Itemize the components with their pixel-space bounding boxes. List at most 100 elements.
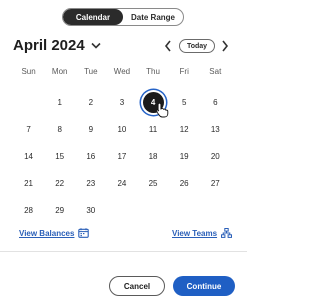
- day-number: 25: [148, 179, 158, 188]
- day-number: 6: [213, 98, 218, 107]
- view-balances-label: View Balances: [19, 228, 75, 238]
- day-number: 23: [86, 179, 96, 188]
- calendar-day[interactable]: 18: [138, 143, 169, 170]
- calendar-day[interactable]: 12: [169, 116, 200, 143]
- previous-month-button[interactable]: [163, 39, 173, 53]
- day-number: 11: [148, 125, 158, 134]
- next-month-button[interactable]: [220, 39, 230, 53]
- calendar-tab[interactable]: Calendar: [63, 9, 123, 25]
- calendar-day[interactable]: 2: [75, 89, 106, 116]
- weekday-label: Mon: [51, 67, 68, 76]
- weekday-label: Tue: [84, 67, 98, 76]
- calendar-day[interactable]: 29: [44, 197, 75, 224]
- chevron-down-icon: [91, 41, 101, 51]
- calendar-day[interactable]: 28: [13, 197, 44, 224]
- calendar-grid: Sun Mon Tue Wed Thu Fri Sat 1 2 3 4 5 6 7 8 9 10 1…: [13, 65, 231, 224]
- calendar-day[interactable]: 19: [169, 143, 200, 170]
- day-number: 24: [117, 179, 127, 188]
- chevron-left-icon: [164, 40, 171, 52]
- day-number: 17: [117, 152, 127, 161]
- calendar-day[interactable]: 24: [106, 170, 137, 197]
- cancel-button[interactable]: Cancel: [109, 276, 165, 296]
- footer-divider: [0, 251, 247, 252]
- org-chart-icon: [221, 228, 233, 238]
- calendar-empty-cell: [106, 197, 137, 224]
- calendar-week-row: 14 15 16 17 18 19 20: [13, 143, 231, 170]
- day-number: 16: [86, 152, 96, 161]
- day-number: 2: [88, 98, 94, 107]
- continue-button[interactable]: Continue: [173, 276, 235, 296]
- weekday-label: Sun: [21, 67, 36, 76]
- day-number: 15: [55, 152, 65, 161]
- day-number: 14: [24, 152, 34, 161]
- weekday-label: Sat: [209, 67, 222, 76]
- day-number: 5: [181, 98, 187, 107]
- calendar-day[interactable]: 11: [138, 116, 169, 143]
- calendar-day[interactable]: 30: [75, 197, 106, 224]
- calendar-day[interactable]: 5: [169, 89, 200, 116]
- calendar-day[interactable]: 3: [106, 89, 137, 116]
- day-number: 28: [24, 206, 34, 215]
- calendar-day[interactable]: 7: [13, 116, 44, 143]
- calendar-day-selected[interactable]: 4: [138, 89, 169, 118]
- calendar-day[interactable]: 22: [44, 170, 75, 197]
- day-number: 1: [57, 98, 62, 107]
- calendar-day[interactable]: 13: [200, 116, 231, 143]
- day-number: 26: [179, 179, 189, 188]
- date-range-tab[interactable]: Date Range: [123, 9, 183, 25]
- calendar-empty-cell: [200, 197, 231, 224]
- day-number: 4: [142, 92, 164, 113]
- view-balances-link[interactable]: View Balances: [19, 228, 90, 238]
- day-number: 7: [26, 125, 31, 134]
- weekday-label: Fri: [179, 67, 189, 76]
- calendar-day[interactable]: 10: [106, 116, 137, 143]
- day-number: 19: [179, 152, 189, 161]
- calendar-week-row: 28 29 30: [13, 197, 231, 224]
- month-selector[interactable]: April 2024: [13, 37, 101, 54]
- calendar-day[interactable]: 27: [200, 170, 231, 197]
- calendar-day[interactable]: 14: [13, 143, 44, 170]
- day-number: 29: [55, 206, 65, 215]
- calendar-week-row: 1 2 3 4 5 6: [13, 89, 231, 118]
- day-number: 3: [119, 98, 125, 107]
- day-number: 10: [117, 125, 127, 134]
- calendar-day[interactable]: 17: [106, 143, 137, 170]
- calendar-empty-cell: [13, 89, 44, 116]
- day-number: 27: [210, 179, 220, 188]
- chevron-right-icon: [222, 40, 229, 52]
- weekday-label: Thu: [146, 67, 160, 76]
- calendar-week-row: 21 22 23 24 25 26 27: [13, 170, 231, 197]
- day-number: 12: [179, 125, 189, 134]
- calendar-day[interactable]: 8: [44, 116, 75, 143]
- calendar-grid-icon: [78, 228, 90, 238]
- calendar-day[interactable]: 16: [75, 143, 106, 170]
- calendar-day[interactable]: 20: [200, 143, 231, 170]
- calendar-empty-cell: [138, 197, 169, 224]
- day-number: 9: [88, 125, 94, 134]
- calendar-day[interactable]: 9: [75, 116, 106, 143]
- month-label: April 2024: [13, 37, 85, 54]
- day-number: 20: [210, 152, 220, 161]
- calendar-day[interactable]: 26: [169, 170, 200, 197]
- calendar-empty-cell: [169, 197, 200, 224]
- day-number: 30: [86, 206, 96, 215]
- calendar-day[interactable]: 6: [200, 89, 231, 116]
- calendar-day[interactable]: 21: [13, 170, 44, 197]
- view-teams-label: View Teams: [172, 228, 218, 238]
- day-number: 21: [24, 179, 34, 188]
- day-number: 8: [57, 125, 62, 134]
- today-button[interactable]: Today: [179, 39, 215, 53]
- calendar-day[interactable]: 23: [75, 170, 106, 197]
- calendar-day[interactable]: 25: [138, 170, 169, 197]
- calendar-day[interactable]: 15: [44, 143, 75, 170]
- day-number: 13: [210, 125, 220, 134]
- day-number: 18: [148, 152, 158, 161]
- calendar-week-row: 7 8 9 10 11 12 13: [13, 116, 231, 143]
- weekday-header: Sun Mon Tue Wed Thu Fri Sat: [13, 65, 231, 79]
- view-toggle: Calendar Date Range: [62, 8, 184, 26]
- weekday-label: Wed: [113, 67, 131, 76]
- view-teams-link[interactable]: View Teams: [172, 228, 233, 238]
- calendar-weeks: 1 2 3 4 5 6 7 8 9 10 11 12 13 14 15 16 17 18 19 20 21 22 23 24 2…: [13, 89, 231, 224]
- calendar-day[interactable]: 1: [44, 89, 75, 116]
- day-number: 22: [55, 179, 65, 188]
